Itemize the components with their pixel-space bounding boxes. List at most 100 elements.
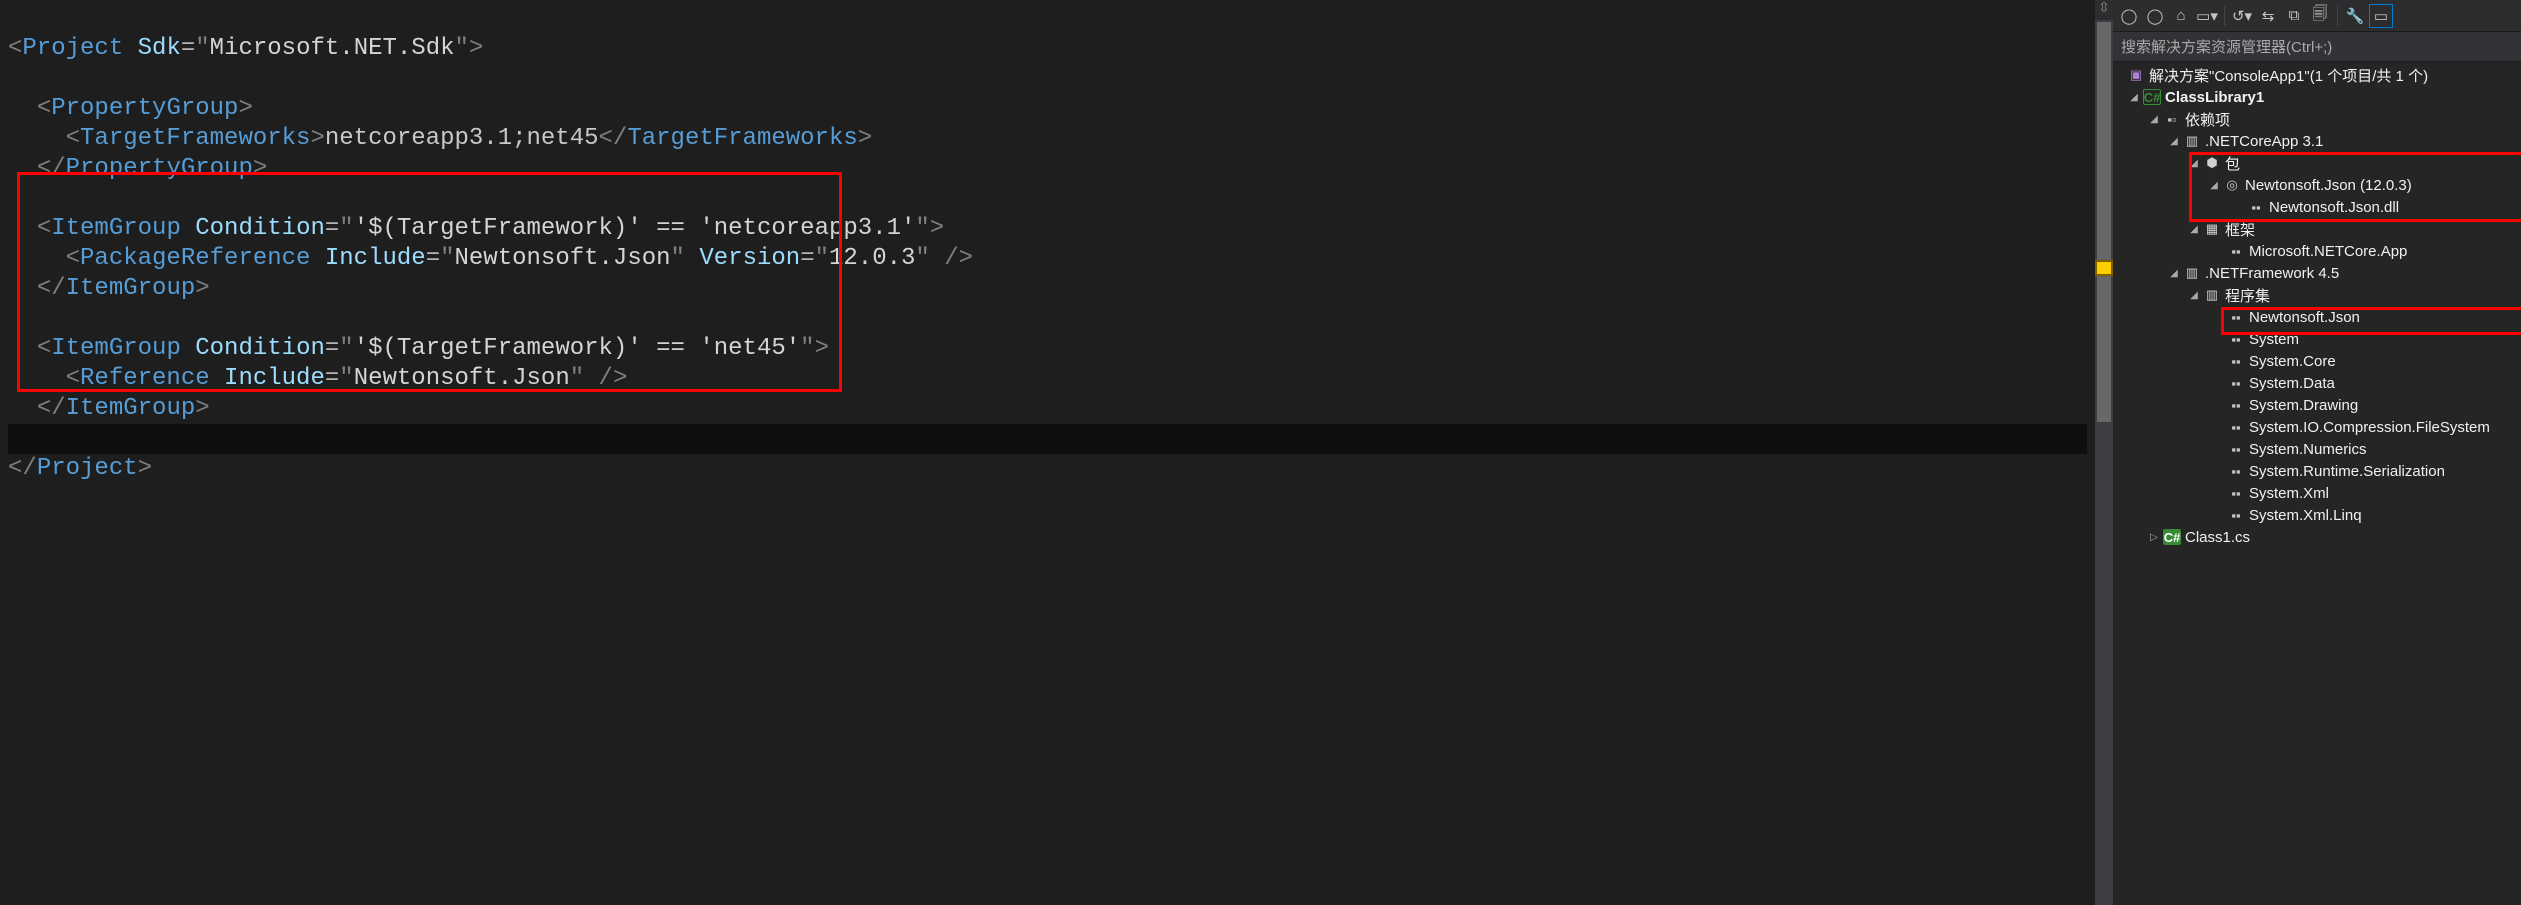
refresh-icon[interactable]: ⇆ [2256,4,2280,28]
reference-include-value: Newtonsoft.Json [354,365,570,392]
netcoreapp-label: .NETCoreApp 3.1 [2205,133,2323,150]
assembly-ref-label: System.Numerics [2249,441,2367,458]
editor-scrollbar[interactable] [2095,20,2113,905]
assembly-ref-label: System.Xml [2249,485,2329,502]
assembly-ref-node[interactable]: ▪▪ System.Runtime.Serialization [2113,460,2521,482]
framework-label: 框架 [2225,219,2255,240]
propertygroup-close: PropertyGroup [66,155,253,182]
assembly-icon: ▪▪ [2227,353,2245,369]
search-input[interactable]: 搜索解决方案资源管理器(Ctrl+;) [2113,32,2521,62]
assembly-ref-node[interactable]: ▪▪ System.Drawing [2113,394,2521,416]
reference-tag: Reference [80,365,210,392]
solution-icon: ▣ [2127,67,2145,83]
history-icon[interactable]: ↺▾ [2230,4,2254,28]
assembly-ref-node[interactable]: ▪▪ System.Core [2113,350,2521,372]
assembly-ref-node[interactable]: ▪▪ System.Xml.Linq [2113,504,2521,526]
itemgroup1-close: ItemGroup [66,275,196,302]
targetframeworks-value: netcoreapp3.1;net45 [325,125,599,152]
targetframeworks-open: TargetFrameworks [80,125,310,152]
assembly-ref-label: System.Data [2249,375,2335,392]
newtonsoft-dll-node[interactable]: ▪▪ Newtonsoft.Json.dll [2113,196,2521,218]
assembly-icon: ▪▪ [2227,397,2245,413]
assembly-icon: ▪▪ [2227,309,2245,325]
expand-arrow-icon[interactable]: ◢ [2187,288,2201,302]
condition-attr: Condition [195,215,325,242]
expand-arrow-icon[interactable]: ◢ [2167,266,2181,280]
assembly-ref-node[interactable]: ▪▪ System.Data [2113,372,2521,394]
newtonsoft-package-label: Newtonsoft.Json (12.0.3) [2245,177,2412,194]
packagereference-tag: PackageReference [80,245,310,272]
code-editor-pane[interactable]: <Project Sdk="Microsoft.NET.Sdk"> <Prope… [0,0,2095,905]
assemblies-node[interactable]: ◢ ▥ 程序集 [2113,284,2521,306]
assembly-ref-node[interactable]: ▪▪ System.IO.Compression.FileSystem [2113,416,2521,438]
netcoreapp-node[interactable]: ◢ ▥ .NETCoreApp 3.1 [2113,130,2521,152]
class1-node[interactable]: ▷ C# Class1.cs [2113,526,2521,548]
expand-arrow-icon[interactable]: ◢ [2147,112,2161,126]
netcore-app-node[interactable]: ▪▪ Microsoft.NETCore.App [2113,240,2521,262]
splitter[interactable]: ⇳ [2095,0,2113,905]
solution-tree[interactable]: ▣ 解决方案"ConsoleApp1"(1 个项目/共 1 个) ◢ C# Cl… [2113,62,2521,905]
assemblies-group-icon: ▥ [2203,287,2221,303]
home-icon[interactable]: ⌂ [2169,4,2193,28]
cursor-line [8,424,2087,454]
expand-arrow-icon[interactable]: ◢ [2127,90,2141,104]
assembly-ref-node[interactable]: ▪▪ Newtonsoft.Json [2113,306,2521,328]
collapse-icon[interactable]: ⧉ [2282,4,2306,28]
csharp-file-icon: C# [2163,529,2181,545]
assembly-ref-label: System.Core [2249,353,2336,370]
netcore-app-label: Microsoft.NETCore.App [2249,243,2407,260]
dll-icon: ▪▪ [2247,199,2265,215]
expand-arrow-icon[interactable]: ◢ [2207,178,2221,192]
angle-open: < [8,35,22,62]
preview-icon[interactable]: ▭ [2369,4,2393,28]
properties-icon[interactable]: 🔧 [2343,4,2367,28]
assemblies-label: 程序集 [2225,285,2270,306]
solution-node[interactable]: ▣ 解决方案"ConsoleApp1"(1 个项目/共 1 个) [2113,64,2521,86]
targetframeworks-close: TargetFrameworks [627,125,857,152]
assembly-ref-label: System [2249,331,2299,348]
assembly-ref-node[interactable]: ▪▪ System.Xml [2113,482,2521,504]
assembly-icon: ▪▪ [2227,463,2245,479]
splitter-marker [2095,260,2113,276]
expand-arrow-icon[interactable]: ◢ [2187,222,2201,236]
itemgroup2-open: ItemGroup [51,335,181,362]
pkgref-version-value: 12.0.3 [829,245,915,272]
framework-node[interactable]: ◢ ▦ 框架 [2113,218,2521,240]
splitter-grip-icon[interactable]: ⇳ [2095,0,2113,18]
assembly-ref-label: System.Drawing [2249,397,2358,414]
assembly-icon: ▪▪ [2227,375,2245,391]
forward-icon[interactable]: ◯ [2143,4,2167,28]
condition2-value: '$(TargetFramework)' == 'net45' [354,335,800,362]
packages-label: 包 [2225,153,2240,174]
condition1-value: '$(TargetFramework)' == 'netcoreapp3.1' [354,215,916,242]
showall-icon[interactable]: 🗐 [2308,4,2332,28]
assembly-ref-node[interactable]: ▪▪ System [2113,328,2521,350]
framework-group-icon: ▦ [2203,221,2221,237]
netframework-node[interactable]: ◢ ▥ .NETFramework 4.5 [2113,262,2521,284]
assembly-icon: ▪▪ [2227,419,2245,435]
condition-attr2: Condition [195,335,325,362]
assembly-ref-label: System.Xml.Linq [2249,507,2362,524]
expand-arrow-icon[interactable]: ◢ [2187,156,2201,170]
packages-node[interactable]: ◢ ⬢ 包 [2113,152,2521,174]
sync-icon[interactable]: ▭▾ [2195,4,2219,28]
expand-arrow-icon[interactable]: ◢ [2167,134,2181,148]
dependencies-icon: ▪▫ [2163,111,2181,127]
assembly-ref-node[interactable]: ▪▪ System.Numerics [2113,438,2521,460]
version-attr: Version [699,245,800,272]
newtonsoft-package-node[interactable]: ◢ ◎ Newtonsoft.Json (12.0.3) [2113,174,2521,196]
project-node[interactable]: ◢ C# ClassLibrary1 [2113,86,2521,108]
collapse-arrow-icon[interactable]: ▷ [2147,530,2161,544]
sdk-value: Microsoft.NET.Sdk [210,35,455,62]
back-icon[interactable]: ◯ [2117,4,2141,28]
explorer-toolbar: ◯ ◯ ⌂ ▭▾ ↺▾ ⇆ ⧉ 🗐 🔧 ▭ [2113,0,2521,32]
sdk-attr: Sdk [138,35,181,62]
search-placeholder: 搜索解决方案资源管理器(Ctrl+;) [2121,36,2332,57]
scrollbar-thumb[interactable] [2097,22,2111,422]
dependencies-node[interactable]: ◢ ▪▫ 依赖项 [2113,108,2521,130]
include-attr: Include [325,245,426,272]
itemgroup2-close: ItemGroup [66,395,196,422]
include-attr2: Include [224,365,325,392]
assembly-icon: ▪▪ [2227,485,2245,501]
code-area[interactable]: <Project Sdk="Microsoft.NET.Sdk"> <Prope… [0,0,2095,905]
